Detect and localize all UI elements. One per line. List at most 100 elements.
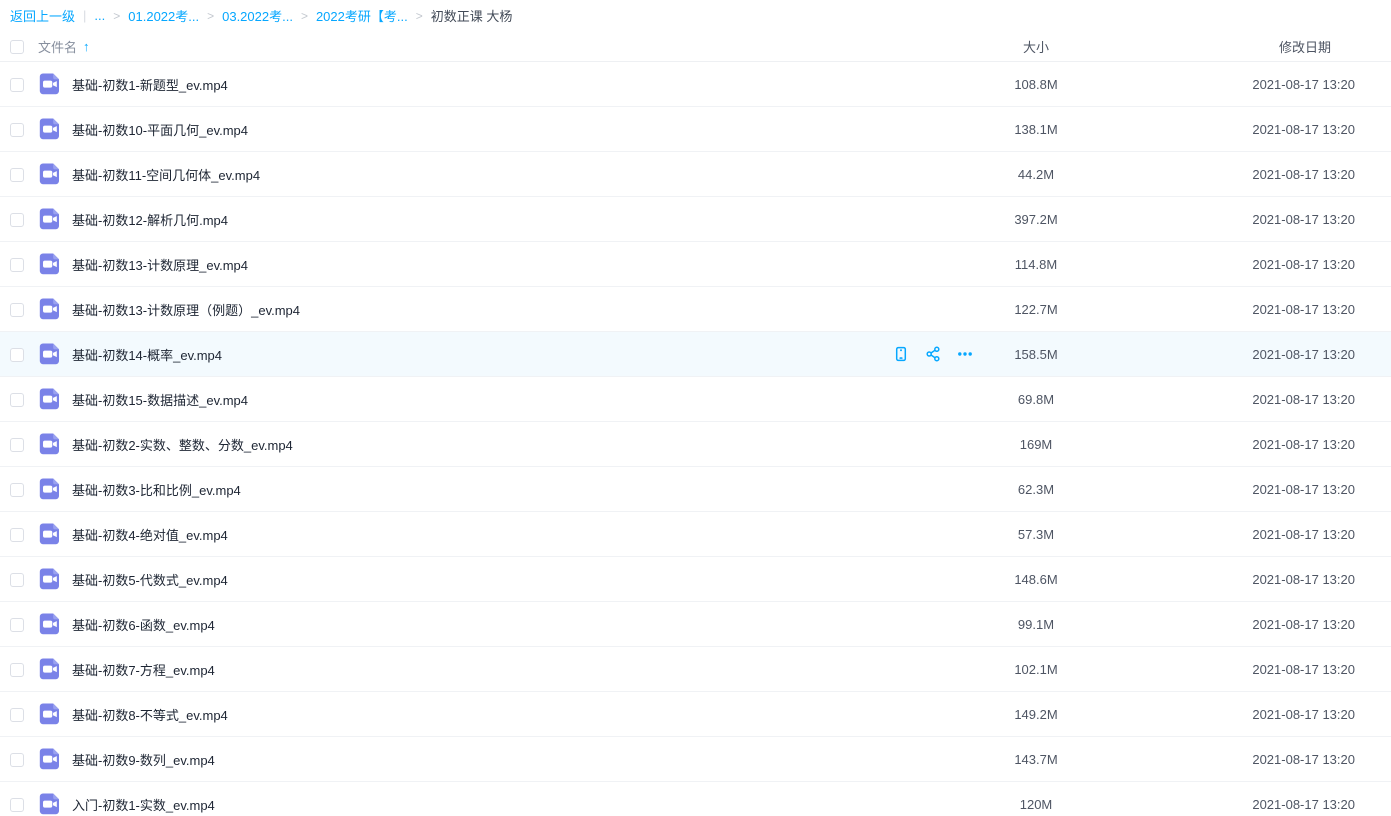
file-name[interactable]: 基础-初数3-比和比例_ev.mp4 <box>72 483 241 498</box>
file-size: 69.8M <box>981 392 1091 407</box>
file-size: 397.2M <box>981 212 1091 227</box>
row-checkbox-cell <box>0 121 38 137</box>
breadcrumb: 返回上一级 | ...>01.2022考...>03.2022考...>2022… <box>0 0 1391 31</box>
file-date: 2021-08-17 13:20 <box>1091 617 1391 632</box>
table-row[interactable]: 基础-初数5-代数式_ev.mp4 148.6M 2021-08-17 13:2… <box>0 557 1391 602</box>
file-name[interactable]: 基础-初数11-空间几何体_ev.mp4 <box>72 168 260 183</box>
file-name[interactable]: 基础-初数14-概率_ev.mp4 <box>72 348 222 363</box>
file-size: 114.8M <box>981 257 1091 272</box>
table-row[interactable]: 基础-初数14-概率_ev.mp4 <box>0 332 1391 377</box>
row-checkbox-cell <box>0 706 38 722</box>
table-row[interactable]: 基础-初数8-不等式_ev.mp4 149.2M 2021-08-17 13:2… <box>0 692 1391 737</box>
file-size: 143.7M <box>981 752 1091 767</box>
row-checkbox[interactable] <box>10 78 24 92</box>
table-row[interactable]: 基础-初数12-解析几何.mp4 397.2M 2021-08-17 13:20 <box>0 197 1391 242</box>
save-to-device-icon[interactable] <box>893 346 909 362</box>
row-checkbox[interactable] <box>10 798 24 812</box>
table-row[interactable]: 基础-初数7-方程_ev.mp4 102.1M 2021-08-17 13:20 <box>0 647 1391 692</box>
video-file-icon <box>38 657 72 681</box>
row-checkbox[interactable] <box>10 438 24 452</box>
file-name[interactable]: 基础-初数8-不等式_ev.mp4 <box>72 708 228 723</box>
file-date: 2021-08-17 13:20 <box>1091 257 1391 272</box>
video-file-icon <box>38 567 72 591</box>
select-all-checkbox[interactable] <box>10 40 24 54</box>
file-size: 148.6M <box>981 572 1091 587</box>
breadcrumb-current: 初数正课 大杨 <box>431 6 513 25</box>
table-row[interactable]: 基础-初数6-函数_ev.mp4 99.1M 2021-08-17 13:20 <box>0 602 1391 647</box>
filename-header-label: 文件名 <box>38 37 77 56</box>
share-icon[interactable] <box>925 346 941 362</box>
column-header-date: 修改日期 <box>1091 37 1391 56</box>
table-row[interactable]: 入门-初数1-实数_ev.mp4 120M 2021-08-17 13:20 <box>0 782 1391 816</box>
video-file-icon <box>38 117 72 141</box>
breadcrumb-item[interactable]: 01.2022考... <box>128 6 199 25</box>
row-checkbox[interactable] <box>10 528 24 542</box>
row-checkbox[interactable] <box>10 753 24 767</box>
breadcrumb-divider: | <box>83 8 86 23</box>
row-checkbox[interactable] <box>10 663 24 677</box>
row-checkbox[interactable] <box>10 618 24 632</box>
table-row[interactable]: 基础-初数10-平面几何_ev.mp4 138.1M 2021-08-17 13… <box>0 107 1391 152</box>
breadcrumb-item[interactable]: ... <box>94 8 105 23</box>
table-row[interactable]: 基础-初数9-数列_ev.mp4 143.7M 2021-08-17 13:20 <box>0 737 1391 782</box>
file-size: 158.5M <box>981 347 1091 362</box>
row-checkbox[interactable] <box>10 393 24 407</box>
file-name[interactable]: 基础-初数4-绝对值_ev.mp4 <box>72 528 228 543</box>
file-size: 99.1M <box>981 617 1091 632</box>
breadcrumb-items: ...>01.2022考...>03.2022考...>2022考研【考...>… <box>94 6 512 25</box>
file-date: 2021-08-17 13:20 <box>1091 572 1391 587</box>
row-checkbox[interactable] <box>10 123 24 137</box>
breadcrumb-back-link[interactable]: 返回上一级 <box>10 6 75 25</box>
row-checkbox-cell <box>0 571 38 587</box>
table-row[interactable]: 基础-初数1-新题型_ev.mp4 108.8M 2021-08-17 13:2… <box>0 62 1391 107</box>
table-row[interactable]: 基础-初数13-计数原理_ev.mp4 114.8M 2021-08-17 13… <box>0 242 1391 287</box>
file-name[interactable]: 基础-初数6-函数_ev.mp4 <box>72 618 215 633</box>
video-file-icon <box>38 252 72 276</box>
file-size: 108.8M <box>981 77 1091 92</box>
video-file-icon <box>38 792 72 816</box>
row-checkbox[interactable] <box>10 708 24 722</box>
video-file-icon <box>38 162 72 186</box>
table-row[interactable]: 基础-初数4-绝对值_ev.mp4 57.3M 2021-08-17 13:20 <box>0 512 1391 557</box>
column-header-filename[interactable]: 文件名 ↑ <box>38 37 871 56</box>
file-date: 2021-08-17 13:20 <box>1091 392 1391 407</box>
row-checkbox[interactable] <box>10 168 24 182</box>
table-row[interactable]: 基础-初数15-数据描述_ev.mp4 69.8M 2021-08-17 13:… <box>0 377 1391 422</box>
row-checkbox[interactable] <box>10 483 24 497</box>
file-name[interactable]: 基础-初数5-代数式_ev.mp4 <box>72 573 228 588</box>
video-file-icon <box>38 612 72 636</box>
more-icon[interactable] <box>957 346 973 362</box>
row-checkbox[interactable] <box>10 213 24 227</box>
row-checkbox-cell <box>0 526 38 542</box>
breadcrumb-item[interactable]: 03.2022考... <box>222 6 293 25</box>
file-name[interactable]: 基础-初数1-新题型_ev.mp4 <box>72 78 228 93</box>
video-file-icon <box>38 342 72 366</box>
file-date: 2021-08-17 13:20 <box>1091 482 1391 497</box>
table-row[interactable]: 基础-初数3-比和比例_ev.mp4 62.3M 2021-08-17 13:2… <box>0 467 1391 512</box>
file-name[interactable]: 基础-初数2-实数、整数、分数_ev.mp4 <box>72 438 293 453</box>
file-name[interactable]: 基础-初数13-计数原理_ev.mp4 <box>72 258 248 273</box>
file-name[interactable]: 基础-初数13-计数原理（例题）_ev.mp4 <box>72 303 300 318</box>
row-checkbox-cell <box>0 391 38 407</box>
table-row[interactable]: 基础-初数11-空间几何体_ev.mp4 44.2M 2021-08-17 13… <box>0 152 1391 197</box>
video-file-icon <box>38 387 72 411</box>
row-checkbox[interactable] <box>10 303 24 317</box>
file-name[interactable]: 基础-初数15-数据描述_ev.mp4 <box>72 393 248 408</box>
file-name[interactable]: 基础-初数7-方程_ev.mp4 <box>72 663 215 678</box>
table-row[interactable]: 基础-初数2-实数、整数、分数_ev.mp4 169M 2021-08-17 1… <box>0 422 1391 467</box>
row-checkbox[interactable] <box>10 573 24 587</box>
file-date: 2021-08-17 13:20 <box>1091 437 1391 452</box>
sort-ascending-icon[interactable]: ↑ <box>83 39 90 54</box>
table-row[interactable]: 基础-初数13-计数原理（例题）_ev.mp4 122.7M 2021-08-1… <box>0 287 1391 332</box>
row-checkbox[interactable] <box>10 258 24 272</box>
row-checkbox-cell <box>0 301 38 317</box>
file-name[interactable]: 基础-初数10-平面几何_ev.mp4 <box>72 123 248 138</box>
row-checkbox-cell <box>0 436 38 452</box>
file-name[interactable]: 入门-初数1-实数_ev.mp4 <box>72 798 215 813</box>
breadcrumb-item[interactable]: 2022考研【考... <box>316 6 408 25</box>
file-size: 138.1M <box>981 122 1091 137</box>
file-name[interactable]: 基础-初数9-数列_ev.mp4 <box>72 753 215 768</box>
breadcrumb-separator: > <box>207 9 214 23</box>
file-name[interactable]: 基础-初数12-解析几何.mp4 <box>72 213 228 228</box>
row-checkbox[interactable] <box>10 348 24 362</box>
